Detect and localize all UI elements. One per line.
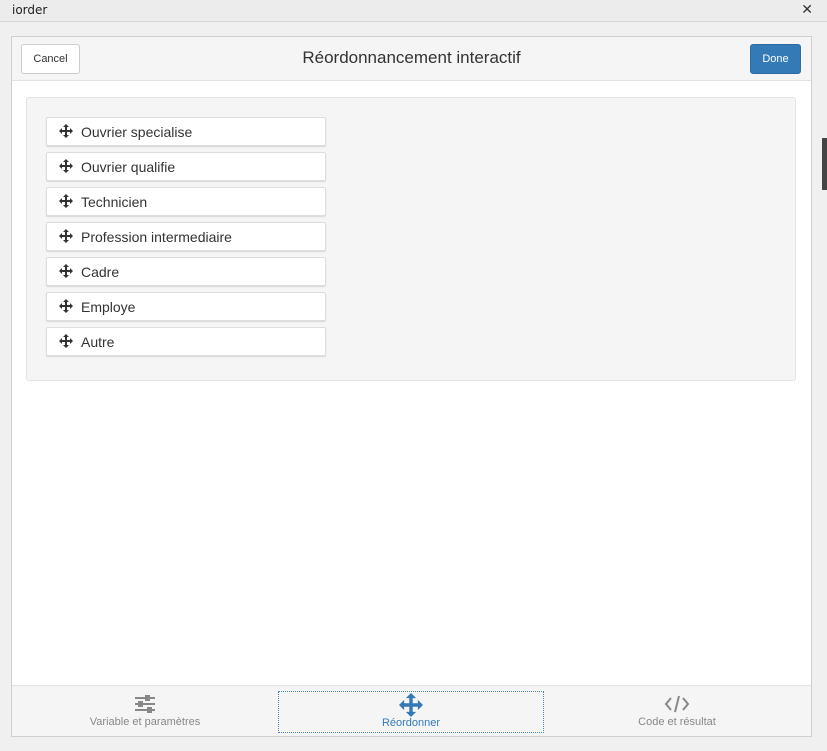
sortable-item[interactable]: Employe: [46, 292, 326, 321]
sortable-item-label: Ouvrier specialise: [81, 124, 193, 140]
tab-label: Réordonner: [381, 717, 441, 729]
sortable-item-label: Profession intermediaire: [81, 229, 232, 245]
sortable-item[interactable]: Technicien: [46, 187, 326, 216]
sortable-item-label: Cadre: [81, 264, 120, 280]
move-icon: [59, 229, 73, 243]
code-icon: [664, 695, 690, 713]
move-icon: [59, 299, 73, 313]
window-close-icon[interactable]: ✕: [801, 2, 813, 18]
sortable-item[interactable]: Ouvrier specialise: [46, 117, 326, 146]
done-button[interactable]: Done: [750, 44, 801, 74]
move-icon: [59, 194, 73, 208]
tab-code-resultat[interactable]: Code et résultat: [544, 691, 810, 733]
sortable-item-label: Employe: [81, 299, 136, 315]
move-icon: [59, 159, 73, 173]
sliders-icon: [135, 695, 155, 713]
gadget-dialog: Cancel Réordonnancement interactif Done …: [11, 36, 812, 737]
sortable-list: Ouvrier specialise Ouvrier qualifie Tech…: [46, 117, 326, 362]
tab-variable-parametres[interactable]: Variable et paramètres: [12, 691, 278, 733]
sortable-item-label: Autre: [81, 334, 115, 350]
tab-label: Code et résultat: [638, 716, 716, 728]
reorder-panel: Ouvrier specialise Ouvrier qualifie Tech…: [26, 97, 796, 381]
gadget-title-bar: Cancel Réordonnancement interactif Done: [12, 37, 811, 81]
tab-bar: Variable et paramètres Réordonner Code e…: [12, 685, 811, 736]
sortable-item-label: Technicien: [81, 194, 148, 210]
window-titlebar: iorder ✕: [0, 0, 827, 22]
move-arrows-icon: [399, 693, 423, 717]
sortable-item[interactable]: Autre: [46, 327, 326, 356]
sortable-item-label: Ouvrier qualifie: [81, 159, 176, 175]
sortable-item[interactable]: Profession intermediaire: [46, 222, 326, 251]
tab-reordonner[interactable]: Réordonner: [278, 691, 544, 733]
sortable-item[interactable]: Ouvrier qualifie: [46, 152, 326, 181]
background-window-edge: [822, 138, 827, 190]
page-title: Réordonnancement interactif: [302, 48, 521, 67]
move-icon: [59, 264, 73, 278]
move-icon: [59, 124, 73, 138]
sortable-item[interactable]: Cadre: [46, 257, 326, 286]
tab-label: Variable et paramètres: [89, 716, 201, 728]
move-icon: [59, 334, 73, 348]
window-title: iorder: [12, 3, 48, 17]
